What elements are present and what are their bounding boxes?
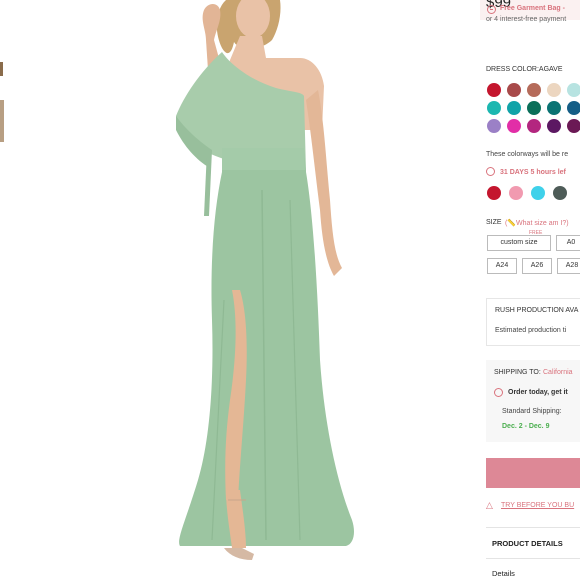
color-swatch[interactable] xyxy=(547,119,561,133)
thumb-edge-2 xyxy=(0,100,4,142)
details-label: Details xyxy=(492,569,515,578)
divider xyxy=(486,558,580,559)
size-option-a0[interactable]: A0 xyxy=(556,235,580,251)
clock-icon xyxy=(486,167,495,176)
rush-production-box[interactable]: RUSH PRODUCTION AVA Estimated production… xyxy=(486,298,580,346)
colorway-note: These colorways will be re xyxy=(486,151,569,158)
thumb-edge-1 xyxy=(0,62,3,76)
color-swatch[interactable] xyxy=(567,119,580,133)
shipping-location[interactable]: California xyxy=(543,369,573,376)
size-option-custom[interactable]: custom size xyxy=(487,235,551,251)
size-label: SIZE xyxy=(486,219,502,226)
color-swatch[interactable] xyxy=(487,101,501,115)
color-swatch[interactable] xyxy=(487,186,501,200)
color-swatch[interactable] xyxy=(567,83,580,97)
size-help-link[interactable]: (📏What size am I?) xyxy=(505,219,569,227)
add-to-bag-button[interactable] xyxy=(486,458,580,488)
hanger-icon: △ xyxy=(486,500,493,510)
gift-icon xyxy=(487,5,496,14)
color-swatch[interactable] xyxy=(527,83,541,97)
color-swatch[interactable] xyxy=(547,83,561,97)
color-label: DRESS COLOR:AGAVE xyxy=(486,66,563,73)
color-swatch[interactable] xyxy=(527,101,541,115)
color-swatch[interactable] xyxy=(507,83,521,97)
rush-title: RUSH PRODUCTION AVA xyxy=(495,307,579,314)
clock-icon xyxy=(494,388,503,397)
color-swatch[interactable] xyxy=(531,186,545,200)
divider xyxy=(486,527,580,528)
size-option-a24[interactable]: A24 xyxy=(487,258,517,274)
color-swatch[interactable] xyxy=(507,119,521,133)
color-swatch[interactable] xyxy=(547,101,561,115)
shipping-title: SHIPPING TO: xyxy=(494,369,541,376)
color-swatch[interactable] xyxy=(487,83,501,97)
color-swatch[interactable] xyxy=(567,101,580,115)
model-illustration xyxy=(0,0,354,560)
installment-text: or 4 interest-free payment xyxy=(486,16,567,23)
color-swatch[interactable] xyxy=(509,186,523,200)
shipping-dates: Dec. 2 - Dec. 9 xyxy=(502,423,550,430)
size-option-a28[interactable]: A28 xyxy=(557,258,580,274)
countdown-text: 31 DAYS 5 hours lef xyxy=(500,169,566,176)
product-panel: $99 or 4 interest-free payment Free Garm… xyxy=(480,0,580,580)
rush-subtitle: Estimated production ti xyxy=(495,327,567,334)
color-swatch[interactable] xyxy=(553,186,567,200)
try-before-link[interactable]: TRY BEFORE YOU BU xyxy=(501,502,574,509)
color-swatch[interactable] xyxy=(487,119,501,133)
shipping-box: SHIPPING TO: California Order today, get… xyxy=(486,360,580,442)
standard-shipping-label: Standard Shipping: xyxy=(502,408,562,415)
size-option-a26[interactable]: A26 xyxy=(522,258,552,274)
promo-text: Free Garment Bag - xyxy=(500,5,565,12)
order-today-text: Order today, get it xyxy=(508,389,568,396)
color-swatch[interactable] xyxy=(507,101,521,115)
product-details-title[interactable]: PRODUCT DETAILS xyxy=(492,539,563,548)
product-photo xyxy=(0,0,480,580)
color-swatch[interactable] xyxy=(527,119,541,133)
